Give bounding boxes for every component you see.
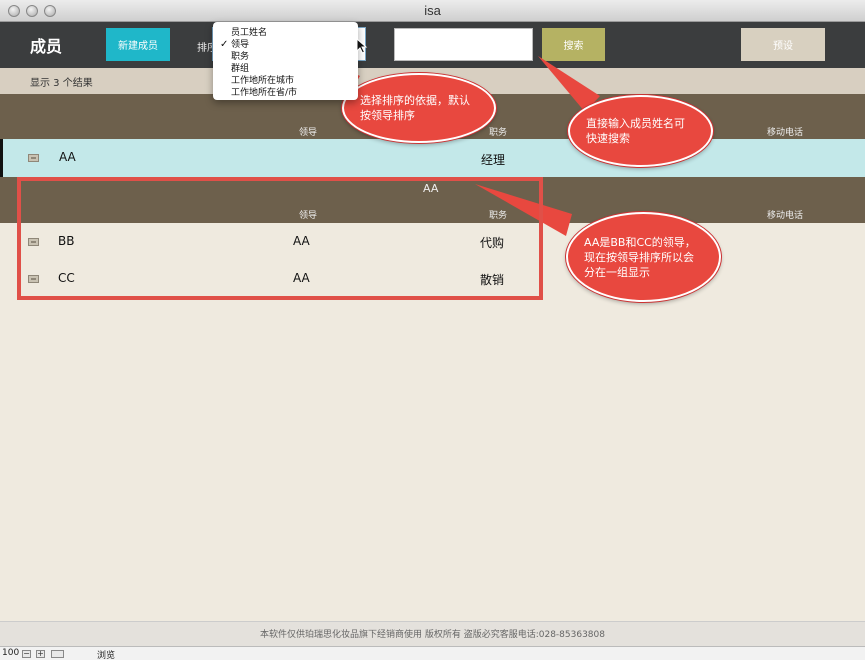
annotation-group: AA是BB和CC的领导，现在按领导排序所以会分在一组显示 [566,212,721,302]
sort-option-selected[interactable]: ✓ 领导 [213,39,358,51]
status-bar: 100 − + 浏览 [0,646,865,660]
column-position: 职务 [489,128,508,138]
sort-option[interactable]: 工作地所在城市 [213,75,358,87]
zoom-out-icon[interactable]: − [22,650,31,658]
preset-button[interactable]: 预设 [741,28,825,61]
annotation-sort: 选择排序的依据，默认按领导排序 [342,73,496,143]
column-mobile: 移动电话 [767,211,804,221]
member-name: AA [59,150,76,164]
footer: 本软件仅供珀瑞思化妆品旗下经销商使用 版权所有 盗版必究客服电话:028-853… [0,621,865,646]
sort-option[interactable]: 职务 [213,51,358,63]
window-titlebar: isa [0,0,865,22]
copyright-text: 本软件仅供珀瑞思化妆品旗下经销商使用 版权所有 盗版必究客服电话:028-853… [260,630,605,640]
annotation-search: 直接输入成员姓名可快速搜索 [568,95,713,167]
app-header: 成员 新建成员 排序 搜索 预设 [0,22,865,68]
contact-card-icon [28,154,39,162]
table-row-selected[interactable]: AA 经理 [0,139,865,177]
member-position: 经理 [481,153,506,167]
search-input[interactable] [394,28,533,61]
toggle-toolbar-icon[interactable] [51,650,64,658]
sort-option[interactable]: 工作地所在省/市 [213,87,358,99]
mouse-cursor-icon [356,38,368,54]
column-mobile: 移动电话 [767,128,804,138]
group-highlight-box [17,177,543,300]
sort-dropdown-menu: 员工姓名 ✓ 领导 职务 群组 工作地所在城市 工作地所在省/市 [213,22,358,100]
zoom-level: 100 [2,648,20,658]
mode-label: 浏览 [97,651,116,660]
sort-option[interactable]: 群组 [213,63,358,75]
window-title: isa [424,3,441,18]
checkmark-icon: ✓ [220,39,229,50]
zoom-in-icon[interactable]: + [36,650,45,658]
search-button[interactable]: 搜索 [542,28,605,61]
column-leader: 领导 [299,128,318,138]
page-title: 成员 [30,37,63,56]
new-member-button[interactable]: 新建成员 [106,28,170,61]
result-count: 显示 3 个结果 [30,78,93,89]
sort-option[interactable]: 员工姓名 [213,27,358,39]
